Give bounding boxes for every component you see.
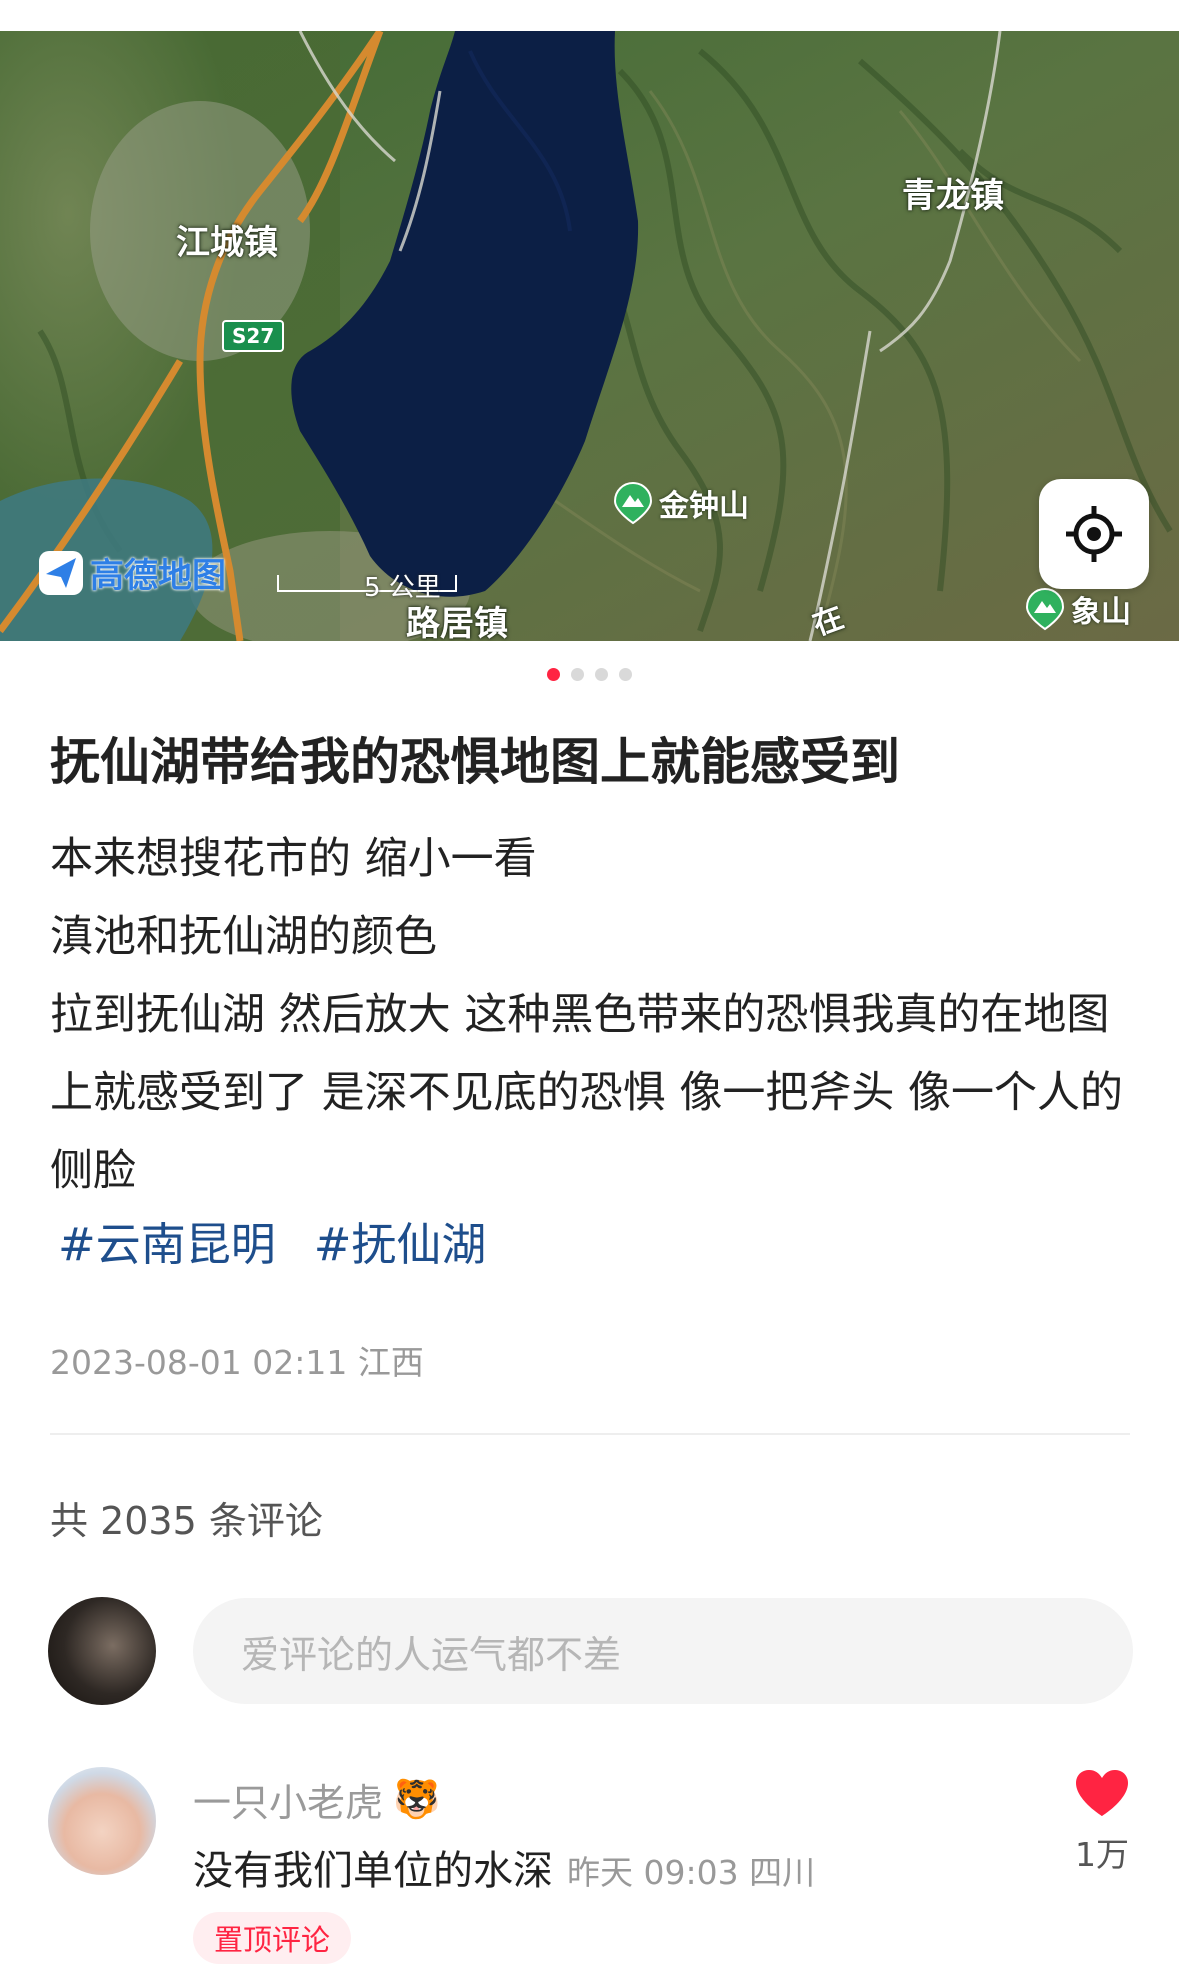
comment-input-placeholder: 爱评论的人运气都不差 bbox=[241, 1632, 622, 1677]
post-body-line: 拉到抚仙湖 然后放大 这种黑色带来的恐惧我真的在地图上就感受到了 是深不见底的恐… bbox=[50, 990, 1124, 1196]
comment-text: 没有我们单位的水深 昨天 09:03 四川 bbox=[193, 1838, 815, 1896]
mountain-pin-icon bbox=[613, 481, 653, 525]
divider bbox=[50, 1433, 1130, 1435]
current-user-avatar[interactable] bbox=[48, 1597, 156, 1705]
highway-badge: S27 bbox=[222, 320, 285, 352]
poi-label: 金钟山 bbox=[659, 489, 749, 524]
commenter-avatar[interactable] bbox=[48, 1767, 156, 1875]
commenter-name-text: 一只小老虎 bbox=[193, 1781, 384, 1825]
poi-jinzhongshan[interactable]: 金钟山 bbox=[613, 481, 749, 525]
heart-icon bbox=[1076, 1770, 1128, 1816]
commenter-name[interactable]: 一只小老虎 🐯 bbox=[193, 1772, 440, 1827]
place-label-jiangcheng: 江城镇 bbox=[176, 223, 278, 263]
hashtag-link[interactable]: #抚仙湖 bbox=[314, 1208, 487, 1273]
post-body: 本来想搜花市的 缩小一看 滇池和抚仙湖的颜色 拉到抚仙湖 然后放大 这种黑色带来… bbox=[50, 820, 1130, 1210]
carousel-dot[interactable] bbox=[547, 668, 560, 681]
comment-input[interactable]: 爱评论的人运气都不差 bbox=[193, 1598, 1133, 1704]
post-meta: 2023-08-01 02:11 江西 bbox=[50, 1343, 424, 1382]
hashtag-link[interactable]: #云南昆明 bbox=[58, 1208, 276, 1273]
comment-time: 昨天 09:03 四川 bbox=[567, 1853, 816, 1892]
mountain-pin-icon bbox=[1025, 587, 1065, 631]
pinned-comment-badge: 置顶评论 bbox=[193, 1912, 351, 1964]
locate-button[interactable] bbox=[1039, 479, 1149, 589]
like-count: 1万 bbox=[1075, 1835, 1129, 1874]
carousel-indicator bbox=[0, 668, 1179, 681]
gaode-logo-icon bbox=[39, 550, 83, 595]
post-body-line: 本来想搜花市的 缩小一看 bbox=[50, 834, 537, 884]
map-brand: 高德地图 bbox=[38, 548, 226, 597]
carousel-dot[interactable] bbox=[571, 668, 584, 681]
post-body-line: 滇池和抚仙湖的颜色 bbox=[50, 912, 437, 962]
map-image[interactable]: S27 江城镇 青龙镇 路居镇 在 金钟山 象山 高德地图 5 公里 bbox=[0, 31, 1179, 641]
post-tags: #云南昆明 #抚仙湖 bbox=[58, 1208, 486, 1273]
post-title: 抚仙湖带给我的恐惧地图上就能感受到 bbox=[50, 733, 900, 791]
comment-content: 没有我们单位的水深 bbox=[193, 1848, 553, 1894]
carousel-dot[interactable] bbox=[595, 668, 608, 681]
status-bar bbox=[0, 0, 1179, 31]
map-scale: 5 公里 bbox=[276, 571, 476, 603]
place-label-qinglong: 青龙镇 bbox=[902, 176, 1004, 216]
map-brand-label: 高德地图 bbox=[90, 556, 226, 596]
scale-label: 5 公里 bbox=[364, 573, 441, 603]
carousel-dot[interactable] bbox=[619, 668, 632, 681]
poi-label: 象山 bbox=[1071, 595, 1131, 630]
like-button[interactable]: 1万 bbox=[1068, 1768, 1136, 1876]
comment-count: 共 2035 条评论 bbox=[50, 1499, 323, 1543]
poi-xiangshan[interactable]: 象山 bbox=[1025, 587, 1131, 631]
locate-crosshair-icon bbox=[1066, 506, 1122, 562]
tiger-emoji-icon: 🐯 bbox=[393, 1777, 441, 1821]
